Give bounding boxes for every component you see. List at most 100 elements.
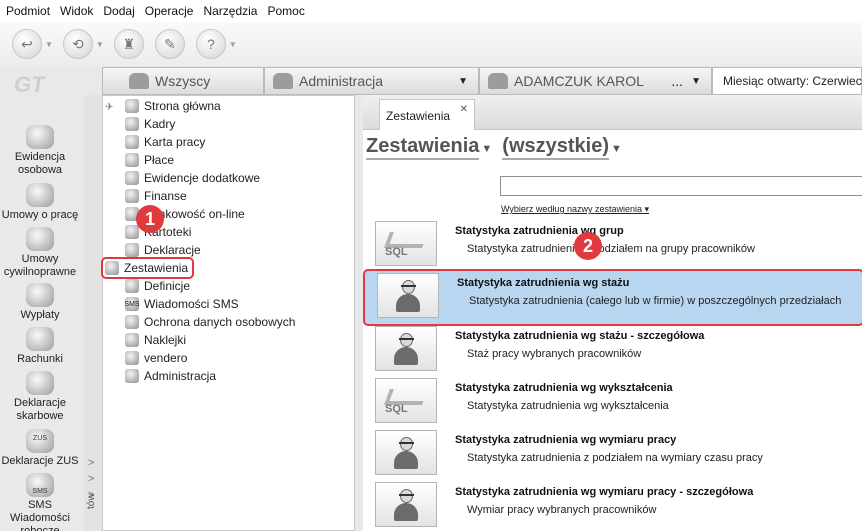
tree-item-kadry[interactable]: Kadry — [125, 115, 175, 133]
refresh-icon[interactable]: ⟲ — [62, 29, 93, 59]
back-dropdown-icon[interactable]: ▼ — [45, 40, 53, 49]
report-row[interactable]: SQL Statystyka zatrudnienia wg wykształc… — [363, 376, 862, 429]
report-row-selected[interactable]: Statystyka zatrudnienia wg stażu Statyst… — [363, 269, 862, 326]
main-panel: Zestawienia ✕ Zestawienia ▼ (wszystkie) … — [363, 95, 862, 531]
module-ewidencja[interactable]: Ewidencja osobowa — [0, 125, 80, 177]
tree-item-deklaracje[interactable]: Deklaracje — [125, 241, 201, 259]
chevron-down-icon[interactable]: ▼ — [691, 76, 701, 87]
menu-dodaj[interactable]: Dodaj — [103, 4, 134, 18]
tree-label: Zestawienia — [124, 261, 189, 275]
report-title: Statystyka zatrudnienia wg wymiaru pracy… — [455, 486, 754, 498]
collapsed-panel-label: tów — [86, 493, 97, 509]
tree-label: Wiadomości SMS — [144, 297, 239, 311]
tab-employee-label: ADAMCZUK KAROL — [514, 73, 644, 89]
tab-all-label: Wszyscy — [155, 73, 211, 89]
collapsed-panel-strip[interactable]: > > > tów — [84, 95, 102, 531]
tree-item-ochrona-danych[interactable]: Ochrona danych osobowych — [125, 313, 295, 331]
report-title: Statystyka zatrudnienia wg grup — [455, 225, 624, 237]
finance-icon — [125, 189, 139, 203]
step-badge-1: 1 — [136, 205, 164, 233]
bill-icon — [26, 327, 54, 351]
shield-icon — [125, 315, 139, 329]
chevron-right-icon[interactable]: > — [88, 457, 94, 469]
module-label: Umowy o pracę — [1, 209, 79, 221]
tree-item-zestawienia[interactable]: Zestawienia — [100, 257, 195, 279]
module-umowy-cywilnoprawne[interactable]: Umowy cywilnoprawne — [0, 227, 80, 279]
tab-zestawienia[interactable]: Zestawienia ✕ — [379, 99, 475, 130]
module-rachunki[interactable]: Rachunki — [0, 327, 80, 366]
navigation-tree: ✈ Strona główna Kadry Karta pracy Płace … — [100, 95, 355, 531]
tree-item-definicje[interactable]: Definicje — [125, 277, 190, 295]
back-icon[interactable]: ↩ — [12, 29, 42, 59]
filter-selector[interactable]: (wszystkie) — [502, 135, 609, 160]
tree-item-administracja[interactable]: Administracja — [125, 367, 216, 385]
report-row[interactable]: SQL Statystyka zatrudnienia wg grup Stat… — [363, 219, 862, 272]
page-title[interactable]: Zestawienia — [366, 135, 480, 160]
chevron-down-icon[interactable]: ▼ — [458, 76, 468, 87]
page-heading: Zestawienia ▼ (wszystkie) ▼ — [366, 135, 632, 160]
stamp-icon[interactable]: ♜ — [113, 29, 144, 59]
tab-admin-label: Administracja — [299, 73, 384, 89]
tree-label: Definicje — [144, 279, 191, 293]
tree-item-vendero[interactable]: vendero — [125, 349, 187, 367]
menu-operacje[interactable]: Operacje — [145, 4, 194, 18]
help-icon[interactable]: ? — [195, 29, 226, 59]
gear-icon — [125, 351, 139, 365]
tab-employee-more[interactable]: ... — [671, 73, 683, 89]
tree-item-place[interactable]: Płace — [125, 151, 174, 169]
person-icon — [488, 73, 508, 89]
report-title: Statystyka zatrudnienia wg wymiaru pracy — [455, 434, 677, 446]
menu-podmiot[interactable]: Podmiot — [6, 4, 50, 18]
help-dropdown-icon[interactable]: ▼ — [229, 40, 237, 49]
module-umowy-o-prace[interactable]: Umowy o pracę — [0, 183, 80, 222]
tree-label: Karta pracy — [144, 135, 206, 149]
module-deklaracje-zus[interactable]: ZUS Deklaracje ZUS — [0, 429, 80, 468]
menu-widok[interactable]: Widok — [60, 4, 93, 18]
people-icon — [26, 125, 54, 149]
report-row[interactable]: Statystyka zatrudnienia wg stażu - szcze… — [363, 324, 862, 377]
admin-icon — [125, 369, 139, 383]
menu-bar: Podmiot Widok Dodaj Operacje Narzędzia P… — [0, 0, 862, 22]
report-title: Statystyka zatrudnienia wg stażu - szcze… — [455, 330, 705, 342]
module-deklaracje-skarbowe[interactable]: Deklaracje skarbowe — [0, 371, 80, 423]
report-description: Wymiar pracy wybranych pracowników — [467, 504, 657, 516]
report-row[interactable]: Statystyka zatrudnienia wg wymiaru pracy… — [363, 428, 862, 481]
chevron-down-icon[interactable]: ▼ — [611, 143, 622, 155]
report-title: Statystyka zatrudnienia wg stażu — [457, 277, 630, 289]
module-sms[interactable]: SMS SMS Wiadomości robocze — [0, 473, 80, 531]
close-icon[interactable]: ✕ — [460, 104, 468, 115]
tree-label: vendero — [144, 351, 188, 365]
definitions-icon — [125, 279, 139, 293]
refresh-dropdown-icon[interactable]: ▼ — [96, 40, 104, 49]
tree-item-wiadomosci-sms[interactable]: SMS Wiadomości SMS — [124, 295, 239, 313]
module-label: Rachunki — [17, 353, 63, 365]
tree-item-finanse[interactable]: Finanse — [125, 187, 187, 205]
person-report-icon — [375, 430, 437, 475]
group-icon — [273, 73, 293, 89]
chevron-down-icon[interactable]: ▼ — [481, 143, 492, 155]
chevron-right-icon[interactable]: > — [88, 473, 94, 485]
pin-icon[interactable]: ✈ — [105, 102, 117, 114]
tools-icon[interactable]: ✎ — [154, 29, 185, 59]
tree-item-strona-glowna[interactable]: Strona główna — [125, 97, 221, 115]
report-search-input[interactable] — [500, 176, 862, 196]
tree-label: Deklaracje — [144, 243, 201, 257]
report-row[interactable]: Statystyka zatrudnienia wg wymiaru pracy… — [363, 480, 862, 531]
tree-item-naklejki[interactable]: Naklejki — [125, 331, 186, 349]
tree-label: Finanse — [144, 189, 187, 203]
tab-employee[interactable]: ADAMCZUK KAROL ... ▼ — [479, 67, 712, 95]
tab-administration[interactable]: Administracja ▼ — [264, 67, 479, 95]
module-wyplaty[interactable]: Wypłaty — [0, 283, 80, 322]
tree-item-karta-pracy[interactable]: Karta pracy — [125, 133, 205, 151]
menu-pomoc[interactable]: Pomoc — [267, 4, 304, 18]
tab-all-employees[interactable]: Wszyscy — [102, 67, 264, 95]
report-description: Statystyka zatrudnienia (całego lub w fi… — [469, 295, 842, 307]
menu-narzedzia[interactable]: Narzędzia — [203, 4, 257, 18]
card-icon — [125, 135, 139, 149]
report-description: Statystyka zatrudnienia wg wykształcenia — [467, 400, 669, 412]
tree-label: Płace — [144, 153, 175, 167]
module-label: Wypłaty — [20, 309, 60, 321]
module-label: Deklaracje ZUS — [1, 455, 79, 467]
tree-item-ewidencje-dodatkowe[interactable]: Ewidencje dodatkowe — [125, 169, 260, 187]
search-mode-selector[interactable]: Wybierz według nazwy zestawienia ▾ — [501, 204, 649, 215]
